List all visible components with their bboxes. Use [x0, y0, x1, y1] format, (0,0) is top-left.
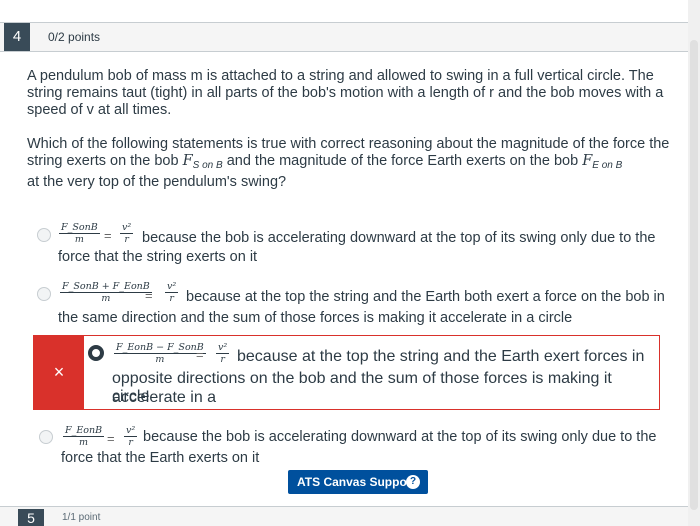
- answer-3-text-line1: because at the top the string and the Ea…: [237, 348, 645, 365]
- next-question-points: 1/1 point: [62, 512, 101, 523]
- page-scrollbar[interactable]: [688, 0, 700, 526]
- question-text: A pendulum bob of mass m is attached to …: [27, 68, 677, 208]
- question-stem: A pendulum bob of mass m is attached to …: [27, 68, 664, 118]
- answer-2-lhs-fraction: F_SonB + F_EonB m: [60, 281, 152, 304]
- answer-radio-4[interactable]: [39, 430, 53, 444]
- answer-3-text-line2: opposite directions on the bob and the s…: [112, 370, 612, 406]
- incorrect-icon: ×: [34, 336, 84, 409]
- answer-radio-1[interactable]: [37, 228, 51, 242]
- answer-4-text-line1: because the bob is accelerating downward…: [143, 429, 657, 445]
- answer-option-4[interactable]: F_EonB m = v² r because the bob is accel…: [0, 422, 688, 468]
- question-points: 0/2 points: [48, 30, 101, 44]
- question-header: 4 0/2 points: [0, 22, 688, 52]
- ats-canvas-support-button[interactable]: ATS Canvas Support ?: [288, 470, 428, 494]
- next-question-number: 5: [18, 509, 44, 526]
- answer-2-rhs-fraction: v² r: [165, 281, 179, 304]
- answer-3-rhs-fraction: v² r: [216, 342, 230, 365]
- answer-4-lhs-fraction: F_EonB m: [63, 425, 105, 448]
- answer-1-text-line1: because the bob is accelerating downward…: [142, 230, 656, 246]
- answer-1-lhs-fraction: F_SonB m: [59, 222, 100, 245]
- answer-4-text-line2: force that the Earth exerts on it: [61, 450, 260, 466]
- answer-option-3[interactable]: × F_EonB − F_SonB m = v² r because at th…: [33, 335, 660, 410]
- answer-1-text-line2: force that the string exerts on it: [58, 249, 258, 265]
- answer-2-text-line2: the same direction and the sum of those …: [58, 310, 573, 326]
- help-icon: ?: [406, 475, 420, 489]
- equals-sign: =: [145, 288, 153, 303]
- answer-3-text-line3: circle: [112, 388, 150, 405]
- support-button-label: ATS Canvas Support: [297, 475, 416, 489]
- answer-4-rhs-fraction: v² r: [124, 425, 138, 448]
- answer-radio-2[interactable]: [37, 287, 51, 301]
- next-question-header: 5 1/1 point: [0, 506, 688, 526]
- question-prompt: Which of the following statements is tru…: [27, 136, 670, 190]
- answer-option-2[interactable]: F_SonB + F_EonB m = v² r because at the …: [0, 279, 688, 329]
- question-number: 4: [4, 23, 30, 51]
- equals-sign: =: [104, 228, 112, 243]
- answer-3-lhs-fraction: F_EonB − F_SonB m: [114, 342, 206, 365]
- scrollbar-thumb[interactable]: [690, 40, 698, 510]
- equals-sign: =: [196, 347, 204, 362]
- answer-1-rhs-fraction: v² r: [120, 222, 134, 245]
- answer-radio-3[interactable]: [88, 345, 104, 361]
- answer-2-text-line1: because at the top the string and the Ea…: [186, 289, 665, 305]
- equals-sign: =: [107, 431, 115, 446]
- answer-option-1[interactable]: F_SonB m = v² r because the bob is accel…: [0, 220, 688, 270]
